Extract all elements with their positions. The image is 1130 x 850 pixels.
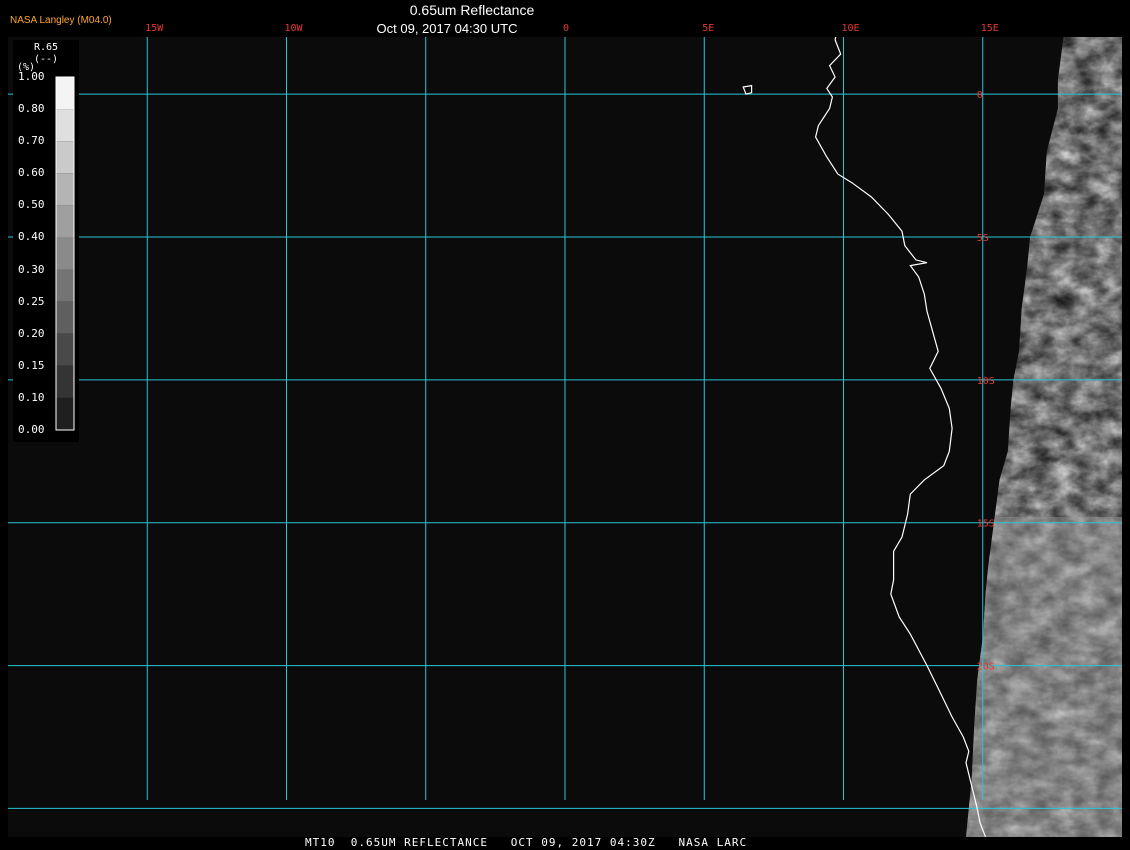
colorbar-tick-label: 1.00	[18, 70, 45, 83]
colorbar-tick-label: 0.10	[18, 390, 45, 404]
satellite-map-viewer: 0 5S 10S 15S 20S NASA Langley (M04.0) 0.65um…	[0, 0, 1130, 850]
colorbar-swatch	[56, 397, 74, 430]
parallel-label: 0	[977, 90, 983, 101]
colorbar-swatch	[56, 205, 74, 238]
agency-label: NASA Langley (M04.0)	[10, 15, 112, 26]
colorbar-swatch	[56, 333, 74, 366]
colorbar-swatch	[56, 237, 74, 270]
colorbar-swatch	[56, 301, 74, 334]
lat-lon-grid	[8, 37, 1122, 809]
meridian-label: 10E	[841, 23, 860, 34]
colorbar-tick-label: 0.25	[18, 294, 45, 308]
colorbar-tick-label: 0.70	[18, 134, 45, 148]
colorbar-swatch	[56, 77, 74, 110]
meridian-label: 0	[563, 23, 570, 34]
colorbar-legend: R.65 (--) (%) 1.00 0.80 0.70 0.60 0.50 0.40 0.…	[13, 40, 79, 442]
colorbar-tick-label: 0.50	[18, 198, 45, 212]
parallel-label: 5S	[977, 233, 989, 244]
map-svg: 0 5S 10S 15S 20S	[8, 37, 1122, 837]
island-outline	[742, 84, 753, 95]
parallel-label: 15S	[977, 519, 995, 530]
colorbar-tick-label: 0.30	[18, 262, 45, 276]
colorbar-tick-label: 0.00	[18, 423, 45, 436]
meridian-label: 10W	[284, 23, 303, 34]
colorbar-swatch	[56, 269, 74, 302]
colorbar-swatch	[56, 109, 74, 142]
product-datetime: Oct 09, 2017 04:30 UTC	[376, 21, 518, 36]
colorbar-swatch	[56, 365, 74, 398]
colorbar-tick-label: 0.40	[18, 230, 45, 244]
meridian-label: 15E	[980, 23, 999, 34]
coastline	[742, 37, 987, 837]
product-title: 0.65um Reflectance	[409, 2, 535, 18]
footer-caption: MT10 0.65UM REFLECTANCE OCT 09, 2017 04:…	[305, 836, 748, 849]
colorbar-tick-label: 0.15	[18, 358, 45, 372]
coastline-path	[814, 37, 987, 837]
colorbar-swatch	[56, 141, 74, 174]
map-canvas[interactable]: 0 5S 10S 15S 20S	[8, 37, 1122, 837]
meridian-label: 15W	[145, 23, 164, 34]
parallel-label: 20S	[977, 662, 995, 673]
colorbar-tick-label: 0.80	[18, 102, 45, 116]
meridian-label: 5E	[702, 23, 715, 34]
parallel-label: 10S	[977, 376, 995, 387]
colorbar-tick-label: 0.60	[18, 166, 45, 180]
colorbar-swatch	[56, 173, 74, 206]
colorbar-tick-label: 0.20	[18, 326, 45, 340]
